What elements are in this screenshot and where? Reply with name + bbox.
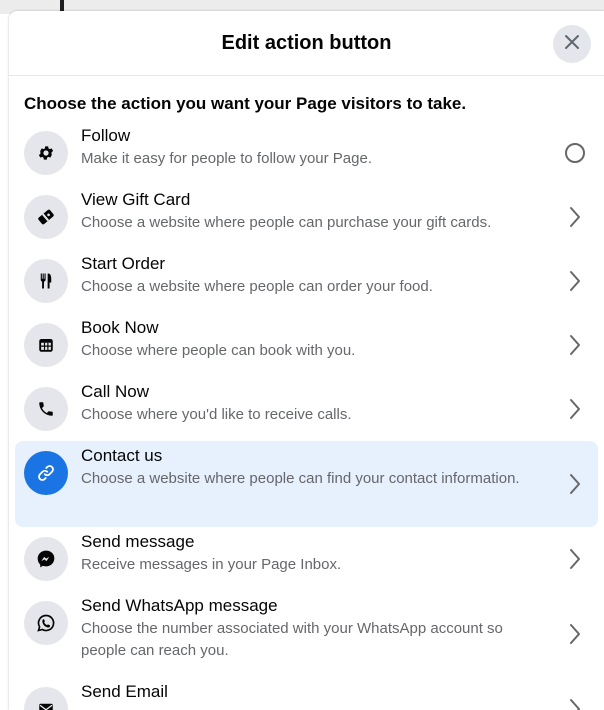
action-item-follow[interactable]: Follow Make it easy for people to follow… <box>15 121 598 185</box>
action-description: Make it easy for people to follow your P… <box>81 150 372 167</box>
action-title: Call Now <box>81 382 150 401</box>
dialog-prompt: Choose the action you want your Page vis… <box>24 94 467 113</box>
gear-icon <box>24 131 68 175</box>
action-item-send-whatsapp-message[interactable]: Send WhatsApp message Choose the number … <box>15 591 598 677</box>
link-icon <box>24 451 68 495</box>
action-item-book-now[interactable]: Book Now Choose where people can book wi… <box>15 313 598 377</box>
action-title: Contact us <box>81 446 163 465</box>
action-title: Follow <box>81 126 131 145</box>
phone-icon <box>24 387 68 431</box>
calendar-icon <box>24 323 68 367</box>
chevron-right-icon <box>564 547 586 571</box>
action-description: Choose the number associated with your W… <box>81 620 503 659</box>
action-item-send-message[interactable]: Send message Receive messages in your Pa… <box>15 527 598 591</box>
edit-action-button-dialog: Edit action button Choose the action you… <box>9 11 604 710</box>
action-description: Choose a website where people can find y… <box>81 470 520 487</box>
action-title: Send Email <box>81 682 168 701</box>
messenger-icon <box>24 537 68 581</box>
action-item-call-now[interactable]: Call Now Choose where you'd like to rece… <box>15 377 598 441</box>
action-title: Send WhatsApp message <box>81 596 278 615</box>
action-description: Choose where you'd like to receive calls… <box>81 406 352 423</box>
chevron-right-icon <box>564 472 586 496</box>
action-title: Send message <box>81 532 195 551</box>
dialog-header: Edit action button <box>9 11 604 76</box>
action-item-contact-us[interactable]: Contact us Choose a website where people… <box>15 441 598 527</box>
chevron-right-icon <box>564 622 586 646</box>
chevron-right-icon <box>564 269 586 293</box>
action-item-send-email[interactable]: Send Email <box>15 677 598 710</box>
radio-button[interactable] <box>564 141 586 165</box>
action-description: Choose a website where people can order … <box>81 278 433 295</box>
action-description: Receive messages in your Page Inbox. <box>81 556 342 573</box>
dialog-title: Edit action button <box>221 31 392 54</box>
whatsapp-icon <box>24 601 68 645</box>
chevron-right-icon <box>564 697 586 710</box>
action-description: Choose where people can book with you. <box>81 342 356 359</box>
chevron-right-icon <box>564 205 586 229</box>
action-title: Book Now <box>81 318 159 337</box>
action-item-start-order[interactable]: Start Order Choose a website where peopl… <box>15 249 598 313</box>
action-title: Start Order <box>81 254 166 273</box>
radio-icon <box>565 143 585 163</box>
chevron-right-icon <box>564 397 586 421</box>
chevron-right-icon <box>564 333 586 357</box>
action-title: View Gift Card <box>81 190 191 209</box>
close-icon <box>563 33 581 56</box>
action-description: Choose a website where people can purcha… <box>81 214 492 231</box>
gift-card-icon <box>24 195 68 239</box>
envelope-icon <box>24 687 68 710</box>
action-list: Follow Make it easy for people to follow… <box>9 121 604 710</box>
action-item-view-gift-card[interactable]: View Gift Card Choose a website where pe… <box>15 185 598 249</box>
close-button[interactable] <box>553 25 591 63</box>
utensils-icon <box>24 259 68 303</box>
